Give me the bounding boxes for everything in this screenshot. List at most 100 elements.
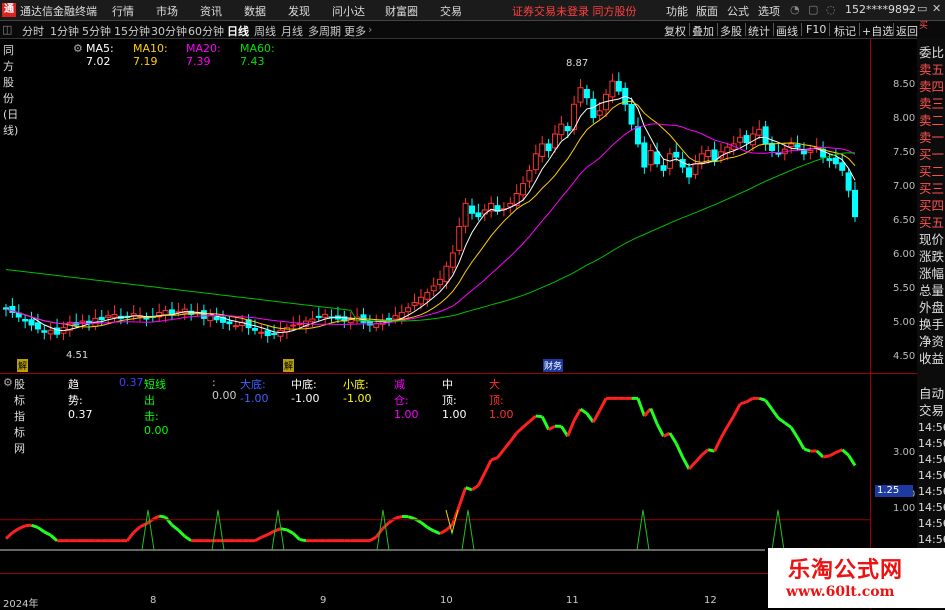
menu-xuanxiang[interactable]: 选项 (758, 3, 780, 19)
bottom-signal (772, 510, 784, 550)
chevron-right-icon[interactable]: › (368, 23, 372, 36)
indicator-segment (849, 455, 855, 465)
tab-weekly[interactable]: 周线 (254, 23, 276, 39)
btn-biaoji[interactable]: 标记 (834, 23, 856, 39)
indicator-segment (581, 409, 587, 413)
btn-fuquan[interactable]: 复权 (664, 23, 686, 39)
candle (597, 111, 602, 115)
btn-add-watchlist[interactable]: +自选 (862, 23, 893, 39)
rp-sell3[interactable]: 卖三 (919, 95, 944, 112)
y-label: 4.50 (893, 351, 915, 362)
menu-shuju[interactable]: 数据 (244, 3, 266, 19)
ind-midtop: 中顶: 1.00 (442, 376, 467, 421)
rp-sell1[interactable]: 卖一 (919, 129, 944, 146)
rp-turnover[interactable]: 换手 (919, 316, 944, 333)
indicator-segment (12, 529, 18, 533)
rp-sell2[interactable]: 卖二 (919, 112, 944, 129)
rp-netasset[interactable]: 净资 (919, 333, 944, 350)
menu-banmian[interactable]: 版面 (696, 3, 718, 19)
trade-login-warning[interactable]: 证券交易未登录 同方股份 (512, 3, 637, 19)
menu-wenxiaoda[interactable]: 问小达 (332, 3, 365, 19)
panel-toggle-icon[interactable]: ◫ (2, 23, 12, 36)
chat-icon[interactable]: ◌ (826, 3, 836, 16)
candle (757, 129, 762, 135)
maximize-icon[interactable]: ▭ (917, 2, 927, 15)
tab-daily[interactable]: 日线 (227, 23, 249, 39)
btn-huaxian[interactable]: 画线 (776, 23, 798, 39)
gear-icon[interactable]: ⚙ (3, 376, 13, 389)
auto-trade[interactable]: 自动 (919, 385, 944, 402)
rp-pct[interactable]: 涨幅 (919, 265, 944, 282)
tab-15min[interactable]: 15分钟 (114, 23, 150, 39)
rp-buy4[interactable]: 买四 (919, 197, 944, 214)
indicator-name[interactable]: 股标指标网 (14, 376, 25, 456)
message-icon[interactable]: ▢ (808, 3, 818, 16)
rp-weibi[interactable]: 委比 (919, 44, 944, 61)
indicator-segment (791, 427, 797, 437)
tab-monthly[interactable]: 月线 (281, 23, 303, 39)
indicator-segment (727, 416, 733, 427)
candle (521, 184, 526, 195)
candle (444, 266, 449, 282)
btn-back[interactable]: 返回 (896, 23, 918, 39)
indicator-segment (51, 535, 57, 541)
menu-gongneng[interactable]: 功能 (666, 3, 688, 19)
tab-5min[interactable]: 5分钟 (82, 23, 111, 39)
rp-buy3[interactable]: 买三 (919, 180, 944, 197)
btn-tongji[interactable]: 统计 (748, 23, 770, 39)
event-tag[interactable]: 解 (283, 359, 294, 372)
menu-zixun[interactable]: 资讯 (200, 3, 222, 19)
candle (438, 279, 443, 284)
tab-multi-period[interactable]: 多周期 (308, 23, 341, 39)
btn-diejia[interactable]: 叠加 (692, 23, 714, 39)
indicator-segment (683, 457, 689, 469)
rp-outer[interactable]: 外盘 (919, 299, 944, 316)
indicator-segment (638, 398, 644, 416)
close-icon[interactable]: ✕ (932, 2, 941, 15)
candle (610, 81, 615, 97)
menu-hangqing[interactable]: 行情 (112, 3, 134, 19)
ind-reduce: 减仓: 1.00 (394, 376, 419, 421)
menu-faxian[interactable]: 发现 (288, 3, 310, 19)
time-label: 14:56 (918, 436, 945, 452)
btn-f10[interactable]: F10 (806, 23, 826, 36)
tab-60min[interactable]: 60分钟 (188, 23, 224, 39)
candle (642, 143, 647, 167)
candle (272, 334, 277, 335)
menu-jiaoyi[interactable]: 交易 (440, 3, 462, 19)
menu-gongshi[interactable]: 公式 (727, 3, 749, 19)
indicator-segment (434, 531, 440, 534)
indicator-segment (670, 433, 676, 443)
rp-earnings[interactable]: 收益 (919, 350, 944, 367)
tab-30min[interactable]: 30分钟 (151, 23, 187, 39)
menu-caifuquan[interactable]: 财富圈 (385, 3, 418, 19)
minimize-icon[interactable]: — (903, 2, 914, 15)
tab-fenshi[interactable]: 分时 (22, 23, 44, 39)
candle (476, 213, 481, 217)
bell-icon[interactable]: ◔ (790, 3, 800, 16)
rp-buy2[interactable]: 买二 (919, 163, 944, 180)
finance-tag[interactable]: 财务 (543, 359, 563, 372)
tab-1min[interactable]: 1分钟 (50, 23, 79, 39)
candle (233, 326, 238, 327)
x-label: 8 (150, 595, 156, 606)
auto-trade-2[interactable]: 交易 (919, 402, 944, 419)
rp-price[interactable]: 现价 (919, 231, 944, 248)
rp-buy5[interactable]: 买五 (919, 214, 944, 231)
x-label: 11 (566, 595, 579, 606)
menu-shichang[interactable]: 市场 (156, 3, 178, 19)
indicator-segment (459, 488, 465, 506)
rp-buy1[interactable]: 买一 (919, 146, 944, 163)
tab-more[interactable]: 更多 (344, 23, 366, 39)
btn-duogu[interactable]: 多股 (720, 23, 742, 39)
quote-list: 委比 卖五 卖四 卖三 卖二 卖一 买一 买二 买三 买四 买五 现价 涨跌 涨… (919, 44, 944, 367)
rp-change[interactable]: 涨跌 (919, 248, 944, 265)
rp-sell4[interactable]: 卖四 (919, 78, 944, 95)
main-chart[interactable] (0, 38, 917, 609)
indicator-segment (785, 423, 791, 428)
rp-buy[interactable]: 买 (919, 22, 928, 31)
event-tag[interactable]: 解 (17, 359, 28, 372)
rp-volume[interactable]: 总量 (919, 282, 944, 299)
rp-sell5[interactable]: 卖五 (919, 61, 944, 78)
candle (552, 134, 557, 148)
